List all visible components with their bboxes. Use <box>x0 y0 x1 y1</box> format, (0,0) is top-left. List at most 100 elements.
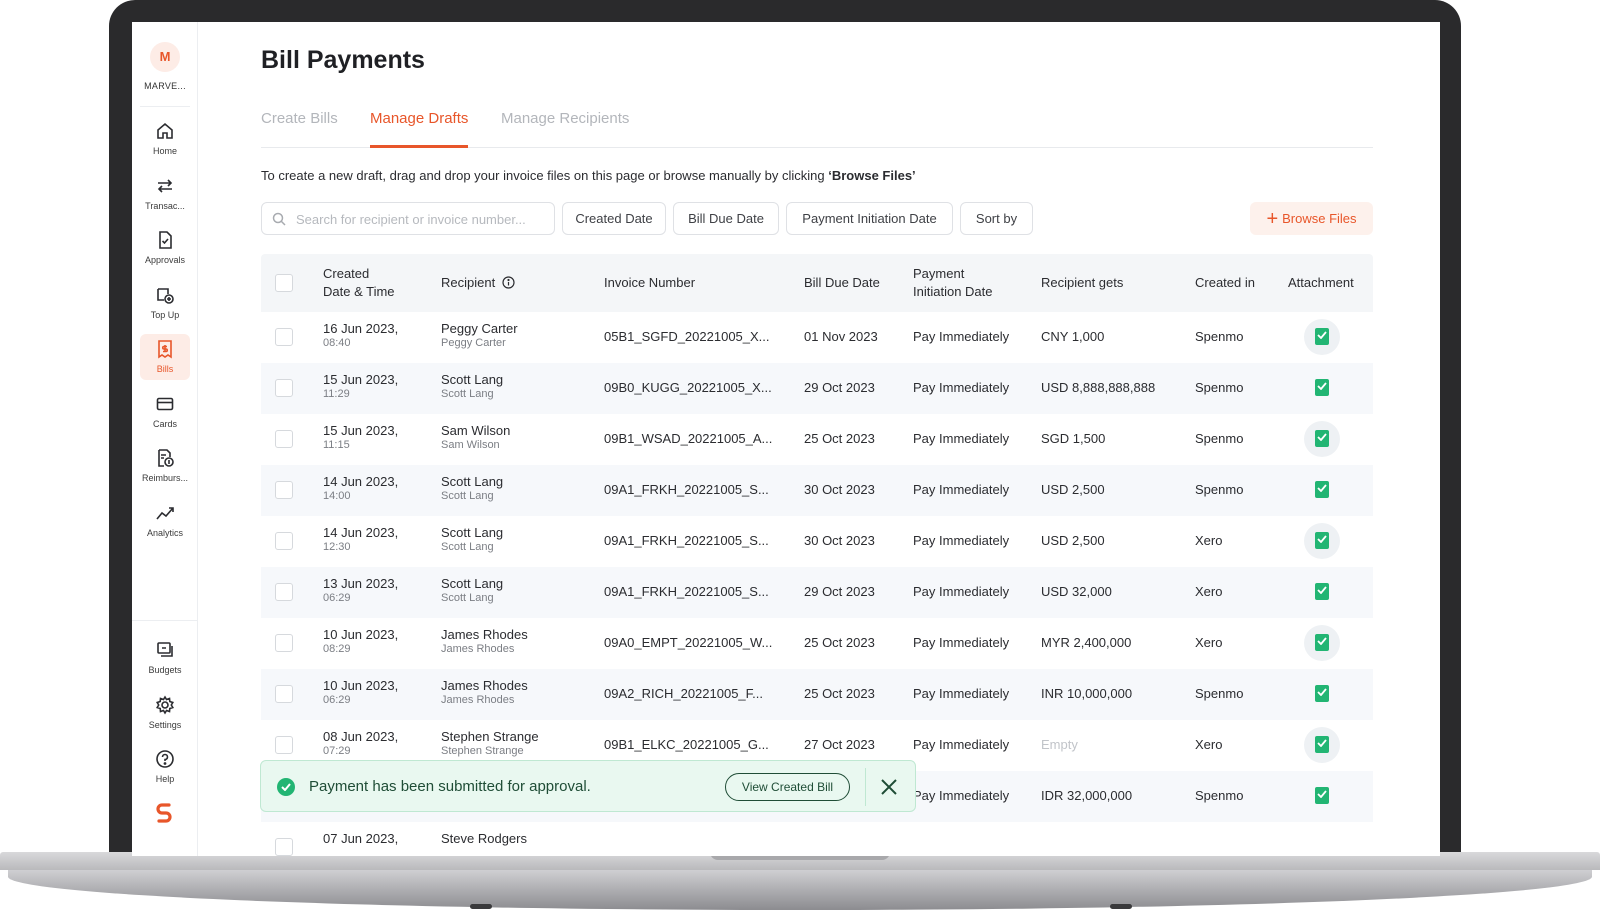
column-payment-initiation[interactable]: Payment Initiation Date <box>913 265 993 301</box>
sidebar-item-cards[interactable]: Cards <box>140 389 190 435</box>
row-checkbox[interactable] <box>275 583 293 601</box>
attachment-button[interactable] <box>1304 574 1340 610</box>
row-checkbox[interactable] <box>275 838 293 856</box>
filter-bill-due-date[interactable]: Bill Due Date <box>673 202 779 235</box>
attachment-button[interactable] <box>1304 319 1340 355</box>
top-up-icon <box>157 288 174 304</box>
recipient-account: Scott Lang <box>441 388 494 400</box>
sidebar-item-bills[interactable]: Bills <box>140 334 190 380</box>
bill-due-date: 01 Nov 2023 <box>804 329 878 344</box>
attachment-button[interactable] <box>1304 625 1340 661</box>
attachment-button[interactable] <box>1304 523 1340 559</box>
view-created-bill-button[interactable]: View Created Bill <box>725 773 850 801</box>
table-row[interactable]: 13 Jun 2023, 06:29 Scott Lang Scott Lang 09A… <box>261 567 1373 618</box>
attachment-button[interactable] <box>1304 727 1340 763</box>
created-in: Xero <box>1195 584 1223 599</box>
attachment-button[interactable] <box>1304 778 1340 814</box>
recipient-name[interactable]: Steve Rodgers <box>441 831 527 846</box>
column-recipient-gets[interactable]: Recipient gets <box>1041 274 1123 292</box>
column-due-date[interactable]: Bill Due Date <box>804 274 880 292</box>
tab-manage-drafts[interactable]: Manage Drafts <box>370 110 469 148</box>
bill-due-date: 27 Oct 2023 <box>804 737 875 752</box>
sidebar-item-top-up[interactable]: Top Up <box>140 280 190 326</box>
recipient-name[interactable]: Stephen Strange <box>441 729 539 744</box>
bill-due-date: 25 Oct 2023 <box>804 635 875 650</box>
browse-files-button[interactable]: + Browse Files <box>1250 202 1373 235</box>
sidebar-item-help[interactable]: Help <box>140 744 190 790</box>
row-checkbox[interactable] <box>275 736 293 754</box>
row-checkbox[interactable] <box>275 328 293 346</box>
created-in: Xero <box>1195 533 1223 548</box>
sidebar-item-budgets[interactable]: Budgets <box>140 635 190 681</box>
recipient-name[interactable]: Scott Lang <box>441 576 503 591</box>
attachment-check-icon <box>1315 634 1329 651</box>
main-content: Bill Payments Create Bills Manage Drafts… <box>198 22 1440 856</box>
recipient-name[interactable]: Peggy Carter <box>441 321 518 336</box>
filter-created-date[interactable]: Created Date <box>562 202 666 235</box>
table-row[interactable]: 15 Jun 2023, 11:15 Sam Wilson Sam Wilson 09B… <box>261 414 1373 465</box>
sidebar-item-settings[interactable]: Settings <box>140 690 190 736</box>
invoice-number[interactable]: 09A1_FRKH_20221005_S... <box>604 584 769 599</box>
table-row[interactable]: 07 Jun 2023, Steve Rodgers <box>261 822 1373 856</box>
row-checkbox[interactable] <box>275 379 293 397</box>
column-recipient[interactable]: Recipient <box>441 274 515 292</box>
payment-initiation: Pay Immediately <box>913 737 1010 752</box>
attachment-button[interactable] <box>1304 472 1340 508</box>
invoice-number[interactable]: 09A1_FRKH_20221005_S... <box>604 482 769 497</box>
table-row[interactable]: 14 Jun 2023, 14:00 Scott Lang Scott Lang 09A… <box>261 465 1373 516</box>
invoice-number[interactable]: 09A2_RICH_20221005_F... <box>604 686 763 701</box>
attachment-button[interactable] <box>1304 370 1340 406</box>
invoice-number[interactable]: 09B1_WSAD_20221005_A... <box>604 431 772 446</box>
bill-due-date: 30 Oct 2023 <box>804 482 875 497</box>
payment-initiation: Pay Immediately <box>913 533 1010 548</box>
close-icon[interactable] <box>879 777 899 797</box>
column-attachment[interactable]: Attachment <box>1288 274 1354 292</box>
sidebar-item-transactions[interactable]: Transac... <box>140 171 190 217</box>
tab-create-bills[interactable]: Create Bills <box>261 110 338 148</box>
tab-manage-recipients[interactable]: Manage Recipients <box>501 110 629 148</box>
table-row[interactable]: 14 Jun 2023, 12:30 Scott Lang Scott Lang 09A… <box>261 516 1373 567</box>
invoice-number[interactable]: 09B0_KUGG_20221005_X... <box>604 380 772 395</box>
attachment-button[interactable] <box>1304 421 1340 457</box>
recipient-name[interactable]: James Rhodes <box>441 627 528 642</box>
row-checkbox[interactable] <box>275 430 293 448</box>
table-row[interactable]: 10 Jun 2023, 06:29 James Rhodes James Rhode… <box>261 669 1373 720</box>
search-box <box>261 202 555 235</box>
invoice-number[interactable]: 09A1_FRKH_20221005_S... <box>604 533 769 548</box>
org-switcher[interactable]: M MARVE... <box>132 42 198 91</box>
table-row[interactable]: 10 Jun 2023, 08:29 James Rhodes James Rhode… <box>261 618 1373 669</box>
recipient-name[interactable]: James Rhodes <box>441 678 528 693</box>
recipient-name[interactable]: Sam Wilson <box>441 423 510 438</box>
row-checkbox[interactable] <box>275 634 293 652</box>
recipient-gets: MYR 2,400,000 <box>1041 635 1132 650</box>
recipient-name[interactable]: Scott Lang <box>441 525 503 540</box>
sidebar-item-approvals[interactable]: Approvals <box>140 225 190 271</box>
invoice-number[interactable]: 09A0_EMPT_20221005_W... <box>604 635 772 650</box>
sidebar-item-reimbursements[interactable]: Reimburs... <box>140 443 190 489</box>
column-invoice[interactable]: Invoice Number <box>604 274 695 292</box>
created-date: 15 Jun 2023, <box>323 372 399 387</box>
filter-payment-initiation-date[interactable]: Payment Initiation Date <box>786 202 953 235</box>
recipient-gets: SGD 1,500 <box>1041 431 1106 446</box>
sidebar-item-home[interactable]: Home <box>140 116 190 162</box>
sort-by-button[interactable]: Sort by <box>960 202 1033 235</box>
attachment-button[interactable] <box>1304 676 1340 712</box>
row-checkbox[interactable] <box>275 481 293 499</box>
column-created-in[interactable]: Created in <box>1195 274 1255 292</box>
sidebar-item-label: Approvals <box>144 255 186 265</box>
row-checkbox[interactable] <box>275 685 293 703</box>
column-created[interactable]: Created Date & Time <box>323 265 395 301</box>
search-input[interactable] <box>296 209 546 229</box>
sidebar-item-analytics[interactable]: Analytics <box>140 498 190 544</box>
select-all-checkbox[interactable] <box>275 274 293 292</box>
recipient-name[interactable]: Scott Lang <box>441 372 503 387</box>
created-time: 11:29 <box>323 388 350 400</box>
invoice-number[interactable]: 09B1_ELKC_20221005_G... <box>604 737 769 752</box>
table-row[interactable]: 16 Jun 2023, 08:40 Peggy Carter Peggy Carte… <box>261 312 1373 363</box>
row-checkbox[interactable] <box>275 532 293 550</box>
invoice-number[interactable]: 05B1_SGFD_20221005_X... <box>604 329 770 344</box>
created-in: Spenmo <box>1195 686 1244 701</box>
table-row[interactable]: 15 Jun 2023, 11:29 Scott Lang Scott Lang 09B… <box>261 363 1373 414</box>
analytics-icon <box>156 507 174 520</box>
recipient-name[interactable]: Scott Lang <box>441 474 503 489</box>
